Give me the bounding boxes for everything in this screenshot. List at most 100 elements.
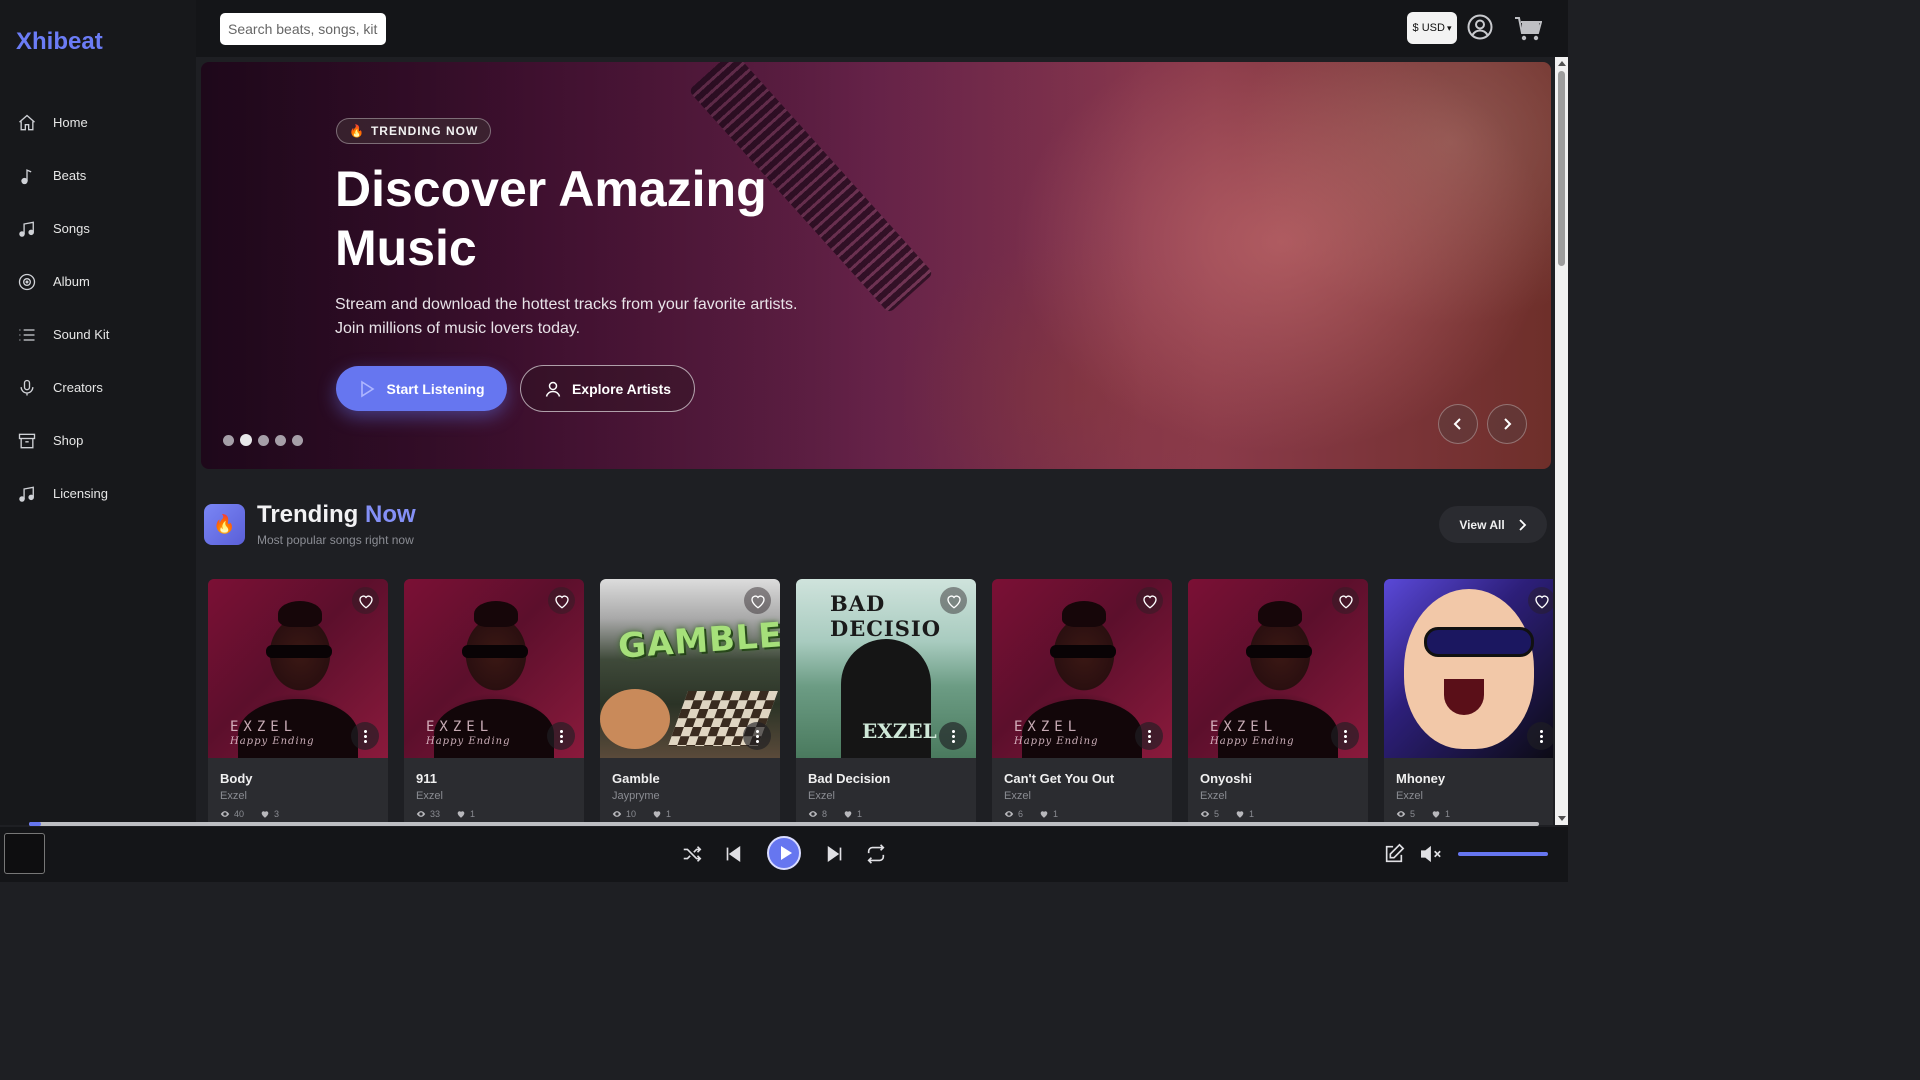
song-title[interactable]: Onyoshi xyxy=(1200,771,1252,786)
song-artist[interactable]: Exzel xyxy=(220,790,247,802)
album-cover[interactable]: BAD DECISIO EXZEL xyxy=(796,579,976,758)
song-title[interactable]: Mhoney xyxy=(1396,771,1445,786)
fire-icon: 🔥 xyxy=(204,504,245,545)
sidebar-item-beats[interactable]: Beats xyxy=(0,149,196,202)
scrollbar-thumb[interactable] xyxy=(1558,71,1565,266)
chevron-down-icon: ▾ xyxy=(1446,22,1452,33)
favorite-button[interactable] xyxy=(940,587,967,614)
song-card[interactable]: EXZEL Happy Ending 911 Exzel 33 1 xyxy=(404,579,584,825)
song-title[interactable]: Gamble xyxy=(612,771,660,786)
start-listening-button[interactable]: Start Listening xyxy=(336,366,507,411)
favorite-button[interactable] xyxy=(548,587,575,614)
song-card[interactable]: GAMBLE Gamble Jaypryme 10 1 xyxy=(600,579,780,825)
song-title[interactable]: Body xyxy=(220,771,253,786)
carousel-dot-5[interactable] xyxy=(292,434,303,446)
sidebar-item-label: Sound Kit xyxy=(53,327,110,342)
mute-button[interactable] xyxy=(1417,840,1445,868)
album-cover[interactable]: EXZEL Happy Ending xyxy=(404,579,584,758)
play-button[interactable] xyxy=(767,836,801,870)
scroll-up-icon[interactable] xyxy=(1558,61,1566,66)
song-card[interactable]: EXZEL Happy Ending Onyoshi Exzel 5 1 xyxy=(1188,579,1368,825)
more-options-button[interactable] xyxy=(1331,722,1359,750)
disc-icon xyxy=(16,271,38,293)
song-artist[interactable]: Exzel xyxy=(1004,790,1031,802)
sidebar-item-shop[interactable]: Shop xyxy=(0,414,196,467)
page-scrollbar[interactable] xyxy=(1555,57,1568,825)
more-vertical-icon xyxy=(755,729,759,743)
more-options-button[interactable] xyxy=(351,722,379,750)
carousel-next-button[interactable] xyxy=(1487,404,1527,444)
search-input[interactable] xyxy=(220,13,386,45)
currency-select[interactable]: $ USD ▾ xyxy=(1407,12,1457,44)
more-options-button[interactable] xyxy=(1527,722,1553,750)
sidebar-item-songs[interactable]: Songs xyxy=(0,202,196,255)
shuffle-button[interactable] xyxy=(678,840,706,868)
album-cover[interactable]: EXZEL Happy Ending xyxy=(208,579,388,758)
trending-badge: 🔥 TRENDING NOW xyxy=(336,118,492,144)
more-vertical-icon xyxy=(363,729,367,743)
chevron-left-icon xyxy=(1453,418,1461,430)
next-button[interactable] xyxy=(821,840,849,868)
album-cover[interactable]: EXZEL Happy Ending xyxy=(1188,579,1368,758)
album-cover[interactable]: EXZEL Happy Ending xyxy=(992,579,1172,758)
carousel-dot-3[interactable] xyxy=(258,434,269,446)
song-card[interactable]: EXZEL Happy Ending Can't Get You Out Exzel 6… xyxy=(992,579,1172,825)
more-options-button[interactable] xyxy=(547,722,575,750)
heart-filled-icon xyxy=(1432,811,1440,818)
carousel-dot-4[interactable] xyxy=(275,434,286,446)
favorite-button[interactable] xyxy=(1136,587,1163,614)
playback-progress-bar[interactable] xyxy=(29,822,1539,826)
carousel-prev-button[interactable] xyxy=(1438,404,1478,444)
song-card[interactable]: Mhoney Exzel 5 1 xyxy=(1384,579,1553,825)
playback-progress-fill xyxy=(29,822,42,826)
song-artist[interactable]: Exzel xyxy=(808,790,835,802)
song-stats: 81 xyxy=(808,809,862,819)
heart-filled-icon xyxy=(1040,811,1048,818)
repeat-button[interactable] xyxy=(862,840,890,868)
heart-icon xyxy=(358,594,373,609)
user-account-icon[interactable] xyxy=(1467,14,1493,40)
heart-icon xyxy=(554,594,569,609)
sidebar-item-home[interactable]: Home xyxy=(0,96,196,149)
song-card[interactable]: BAD DECISIO EXZEL Bad Decision Exzel 8 1 xyxy=(796,579,976,825)
carousel-dot-1[interactable] xyxy=(223,434,234,446)
sidebar-item-album[interactable]: Album xyxy=(0,255,196,308)
explore-artists-button[interactable]: Explore Artists xyxy=(520,365,695,412)
favorite-button[interactable] xyxy=(1528,587,1553,614)
logo[interactable]: Xhibeat xyxy=(16,28,103,56)
song-artist[interactable]: Exzel xyxy=(416,790,443,802)
favorite-button[interactable] xyxy=(352,587,379,614)
more-options-button[interactable] xyxy=(939,722,967,750)
previous-button[interactable] xyxy=(719,840,747,868)
song-title[interactable]: 911 xyxy=(416,771,437,786)
song-artist[interactable]: Exzel xyxy=(1396,790,1423,802)
song-artist[interactable]: Jaypryme xyxy=(612,790,660,802)
edit-button[interactable] xyxy=(1380,840,1408,868)
hero-subtitle: Stream and download the hottest tracks f… xyxy=(335,296,798,337)
carousel-dot-2[interactable] xyxy=(240,434,252,446)
song-card[interactable]: EXZEL Happy Ending Body Exzel 40 3 xyxy=(208,579,388,825)
favorite-button[interactable] xyxy=(1332,587,1359,614)
album-cover[interactable]: GAMBLE xyxy=(600,579,780,758)
favorite-button[interactable] xyxy=(744,587,771,614)
sidebar-item-sound-kit[interactable]: Sound Kit xyxy=(0,308,196,361)
more-options-button[interactable] xyxy=(743,722,771,750)
more-options-button[interactable] xyxy=(1135,722,1163,750)
now-playing-thumbnail[interactable] xyxy=(4,833,45,874)
sidebar-item-licensing[interactable]: Licensing xyxy=(0,467,196,520)
song-title[interactable]: Bad Decision xyxy=(808,771,890,786)
song-title[interactable]: Can't Get You Out xyxy=(1004,771,1114,786)
volume-slider[interactable] xyxy=(1458,852,1548,856)
more-vertical-icon xyxy=(1147,729,1151,743)
microphone-icon xyxy=(16,377,38,399)
scroll-down-icon[interactable] xyxy=(1558,816,1566,821)
song-artist[interactable]: Exzel xyxy=(1200,790,1227,802)
cover-subtitle-text: Happy Ending xyxy=(230,736,315,747)
music-notes-icon xyxy=(16,483,38,505)
album-cover[interactable] xyxy=(1384,579,1553,758)
cart-icon[interactable] xyxy=(1514,15,1542,43)
view-all-button[interactable]: View All xyxy=(1439,506,1547,543)
sidebar-item-creators[interactable]: Creators xyxy=(0,361,196,414)
section-title: Trending Now xyxy=(257,501,416,529)
skip-forward-icon xyxy=(827,845,842,863)
